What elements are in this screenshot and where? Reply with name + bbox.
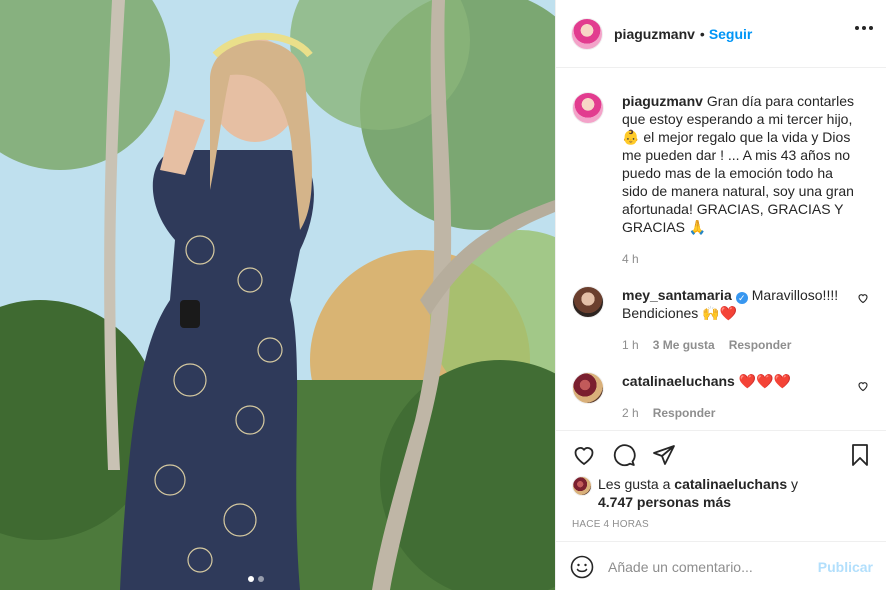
action-bar	[572, 443, 872, 469]
caption-age[interactable]: 4 h	[622, 250, 639, 268]
comments-list: piaguzmanv Gran día para contarles que es…	[556, 69, 886, 429]
verified-badge-icon: ✓	[735, 292, 748, 304]
list-item: mey_santamaria ✓ Maravilloso!!!! Bendicion…	[572, 286, 871, 354]
comment-username[interactable]: catalinaeluchans	[622, 373, 735, 389]
comment-likes[interactable]: 3 Me gusta	[653, 336, 715, 354]
caption-text: Gran día para contarles que estoy espera…	[622, 93, 854, 235]
emoji-icon[interactable]	[570, 555, 594, 579]
likes-joiner: y	[791, 476, 798, 492]
avatar[interactable]	[572, 286, 604, 318]
reply-button[interactable]: Responder	[729, 336, 792, 354]
post-actions: Les gusta a catalinaeluchans y 4.747 per…	[556, 430, 886, 590]
comment-username[interactable]: mey_santamaria	[622, 287, 732, 303]
likes-user[interactable]: catalinaeluchans	[674, 476, 787, 492]
comment-age[interactable]: 1 h	[622, 336, 639, 354]
comment-text: ❤️❤️❤️	[738, 373, 792, 389]
post-timestamp[interactable]: Hace 4 horas	[572, 519, 649, 530]
bookmark-icon[interactable]	[848, 443, 872, 467]
avatar[interactable]	[572, 372, 604, 404]
avatar[interactable]	[572, 92, 604, 124]
heart-icon[interactable]	[572, 443, 596, 467]
likes-summary: Les gusta a catalinaeluchans y 4.747 per…	[572, 475, 872, 511]
post-sidebar: piaguzmanv • Seguir piaguzmanv Gran día p…	[555, 0, 886, 590]
post-header: piaguzmanv • Seguir	[556, 0, 886, 68]
likes-prefix: Les gusta a	[598, 476, 671, 492]
carousel-dot	[258, 576, 264, 582]
heart-icon[interactable]	[857, 380, 869, 392]
carousel-indicator	[248, 576, 264, 582]
comment-input[interactable]	[608, 558, 818, 575]
paper-plane-icon[interactable]	[652, 443, 676, 467]
follow-button[interactable]: Seguir	[709, 26, 753, 42]
avatar[interactable]	[571, 17, 603, 50]
comment-icon[interactable]	[612, 443, 636, 467]
caption-username[interactable]: piaguzmanv	[622, 93, 703, 109]
list-item: catalinaeluchans ❤️❤️❤️ 2 h Responder	[572, 372, 871, 422]
more-options-icon[interactable]	[855, 26, 873, 30]
reply-button[interactable]: Responder	[653, 404, 716, 422]
carousel-dot	[248, 576, 254, 582]
separator-dot: •	[699, 25, 705, 42]
heart-icon[interactable]	[857, 292, 869, 304]
photo-illustration	[0, 0, 555, 590]
comment-form: Publicar	[556, 541, 886, 590]
comment-age[interactable]: 2 h	[622, 404, 639, 422]
likes-count[interactable]: 4.747 personas más	[598, 494, 731, 510]
caption: piaguzmanv Gran día para contarles que es…	[572, 92, 871, 268]
post-username[interactable]: piaguzmanv	[614, 26, 695, 42]
avatar[interactable]	[572, 476, 592, 496]
publish-button[interactable]: Publicar	[818, 559, 873, 575]
post-photo[interactable]	[0, 0, 555, 590]
